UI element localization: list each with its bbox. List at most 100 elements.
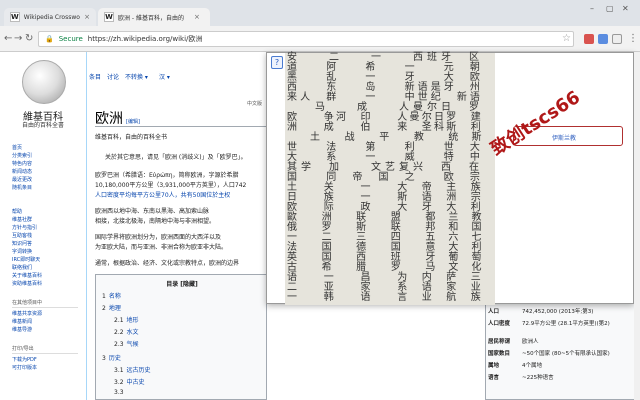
crossword-letter-grid[interactable]: 安二一西班牙区道阿希一元朝黑乱一牙大欧西东岛新语是牙州来人群一中世纪新语马成人曼… — [285, 53, 495, 305]
nav-item[interactable]: 方针与指引 — [12, 224, 42, 232]
grid-cell[interactable]: 河 — [334, 113, 348, 123]
toc-item[interactable]: 2.1 地形 — [114, 315, 139, 324]
toc-text: 远古历史 — [126, 367, 151, 374]
grid-cell[interactable]: 航 — [444, 293, 458, 303]
body-text-line: 相接，北接北极海，南隔地中海与非洲相望。 — [95, 218, 216, 225]
back-icon[interactable]: ← — [4, 33, 12, 44]
address-toolbar: ← → ↻ 🔒 Secure https://zh.wikipedia.org/… — [0, 26, 640, 52]
close-window-icon[interactable]: ✕ — [622, 4, 629, 13]
reload-icon[interactable]: ↻ — [25, 33, 33, 44]
grid-cell[interactable]: 洲 — [285, 123, 299, 133]
nav-item[interactable]: 字词转换 — [12, 248, 42, 256]
toc-item[interactable]: 3.1 远古历史 — [114, 365, 151, 374]
grid-cell[interactable]: 伯 — [359, 123, 373, 133]
extension-icon[interactable] — [598, 34, 608, 44]
grid-cell[interactable]: 成 — [322, 123, 336, 133]
grid-cell[interactable]: 群 — [324, 93, 338, 103]
close-tab-icon[interactable]: × — [194, 13, 200, 21]
infobox: 人口 742,452,000 (2013年;第3) 人口密度 72.9平方公里 (2… — [485, 300, 635, 400]
grid-cell[interactable]: 国 — [376, 173, 390, 183]
nav-item[interactable]: 最近更改 — [12, 176, 32, 184]
nav-item[interactable]: 联络我们 — [12, 264, 42, 272]
toc-item[interactable]: 3.3 — [114, 389, 127, 396]
grid-cell[interactable]: 牙 — [442, 83, 456, 93]
maximize-icon[interactable]: ▢ — [606, 4, 614, 13]
grid-cell[interactable]: 战 — [343, 133, 357, 143]
toc-item[interactable]: 3.2 中古史 — [114, 377, 145, 386]
grid-cell[interactable]: 班 — [425, 53, 439, 63]
nav-item[interactable]: IRC即时聊天 — [12, 256, 42, 264]
infobox-label: 语言 — [488, 375, 500, 381]
nav-item[interactable]: 维基社群 — [12, 216, 42, 224]
infobox-row: 属地 4个属地 — [486, 361, 636, 369]
close-tab-icon[interactable]: × — [84, 13, 90, 21]
nav-item[interactable]: 资助维基百科 — [12, 280, 42, 288]
grid-cell[interactable]: 来 — [395, 123, 409, 133]
forward-icon[interactable]: → — [14, 33, 22, 44]
grid-cell[interactable]: 一 — [285, 293, 299, 303]
grid-cell[interactable]: 新 — [455, 93, 469, 103]
tab-title: 欧洲 - 維基百科，自由的 — [118, 14, 184, 22]
nav-item[interactable]: 维基导游 — [12, 326, 78, 334]
grid-cell[interactable]: 言 — [395, 293, 409, 303]
body-text-line: 欧洲西以地中海、东南以黑海、高加索山脉 — [95, 208, 210, 215]
toc-item[interactable]: 1 名称 — [102, 291, 121, 300]
nav-item[interactable]: 可打印版本 — [12, 364, 78, 372]
extension-icon[interactable] — [584, 34, 594, 44]
bookmark-star-icon[interactable]: ☆ — [562, 33, 571, 44]
nav-other-projects: 在其他项目中 维基共享资源 维基新闻 维基导游 — [12, 298, 78, 334]
toc-item[interactable]: 2 地理 — [102, 303, 121, 312]
nav-item[interactable]: 随机条目 — [12, 184, 32, 192]
grid-cell[interactable]: 语 — [359, 293, 373, 303]
nav-item[interactable]: 维基新闻 — [12, 318, 78, 326]
nav-help: 帮助 维基社群 方针与指引 互助客栈 知识问答 字词转换 IRC即时聊天 联络我… — [12, 208, 42, 288]
nav-item[interactable]: 关于维基百科 — [12, 272, 42, 280]
grid-cell[interactable]: 土 — [308, 133, 322, 143]
nav-print: 打印/导出 下载为PDF 可打印版本 — [12, 344, 78, 372]
tab-han[interactable]: 汉 ▾ — [159, 72, 170, 81]
nav-item[interactable]: 帮助 — [12, 208, 42, 216]
nav-item[interactable]: 特色内容 — [12, 160, 32, 168]
grid-cell[interactable]: 人 — [298, 93, 312, 103]
toc-item[interactable]: 2.3 气候 — [114, 339, 139, 348]
help-button[interactable]: ? — [271, 56, 283, 69]
toc-number: 2.3 — [114, 341, 124, 348]
page-title: 欧洲 [编辑] — [95, 108, 140, 128]
toc-item[interactable]: 3 历史 — [102, 353, 121, 362]
nav-item[interactable]: 维基共享资源 — [12, 310, 78, 318]
nav-item[interactable]: 分类索引 — [12, 152, 32, 160]
nav-item[interactable]: 知识问答 — [12, 240, 42, 248]
infobox-value: 72.9平方公里 (28.1平方英里)(第2) — [522, 321, 610, 327]
vertical-scrollbar[interactable] — [634, 52, 640, 400]
grid-cell[interactable]: 学 — [299, 163, 313, 173]
edit-link[interactable]: [编辑] — [126, 119, 140, 125]
nav-item[interactable]: 互助客栈 — [12, 232, 42, 240]
tab-wikipedia-crossword[interactable]: W Wikipedia Crossword - C × — [4, 8, 96, 26]
wikipedia-favicon-icon: W — [104, 12, 114, 22]
extension-icon[interactable] — [612, 34, 622, 44]
menu-icon[interactable]: ⋮ — [628, 33, 638, 44]
grid-cell[interactable]: 韩 — [322, 293, 336, 303]
tab-europe[interactable]: W 欧洲 - 維基百科，自由的 × — [98, 8, 210, 26]
grid-cell[interactable]: 平 — [377, 133, 391, 143]
toc-item[interactable]: 2.2 水文 — [114, 327, 139, 336]
grid-cell[interactable]: 业 — [420, 293, 434, 303]
tab-talk[interactable]: 讨论 — [107, 72, 119, 81]
grid-cell[interactable]: 来 — [285, 93, 299, 103]
crossword-popup: ? 安二一西班牙区道阿希一元朝黑乱一牙大欧西东岛新语是牙州来人群一中世纪新语马成… — [266, 52, 634, 305]
url-bar[interactable]: 🔒 Secure https://zh.wikipedia.org/wiki/欧… — [38, 31, 574, 47]
toc-text: 名称 — [108, 293, 121, 300]
grid-cell[interactable]: 族 — [469, 293, 483, 303]
nav-item[interactable]: 首页 — [12, 144, 32, 152]
toc-number: 3.3 — [114, 389, 124, 396]
nav-item[interactable]: 下载为PDF — [12, 356, 78, 364]
wikipedia-globe-logo[interactable] — [22, 60, 66, 104]
minimize-icon[interactable]: – — [590, 4, 594, 13]
body-text-line: 通常，根据政治、经济、文化或宗教特点，欧洲的边界 — [95, 260, 240, 267]
tab-variant[interactable]: 不转换 ▾ — [125, 72, 148, 81]
nav-item[interactable]: 新闻动态 — [12, 168, 32, 176]
infobox-value: ~50个国家 (80~5个有限承认国家) — [522, 351, 610, 357]
toc-number: 2.1 — [114, 317, 124, 324]
infobox-row: 人口密度 72.9平方公里 (28.1平方英里)(第2) — [486, 319, 636, 327]
tab-article[interactable]: 条目 — [89, 72, 101, 81]
